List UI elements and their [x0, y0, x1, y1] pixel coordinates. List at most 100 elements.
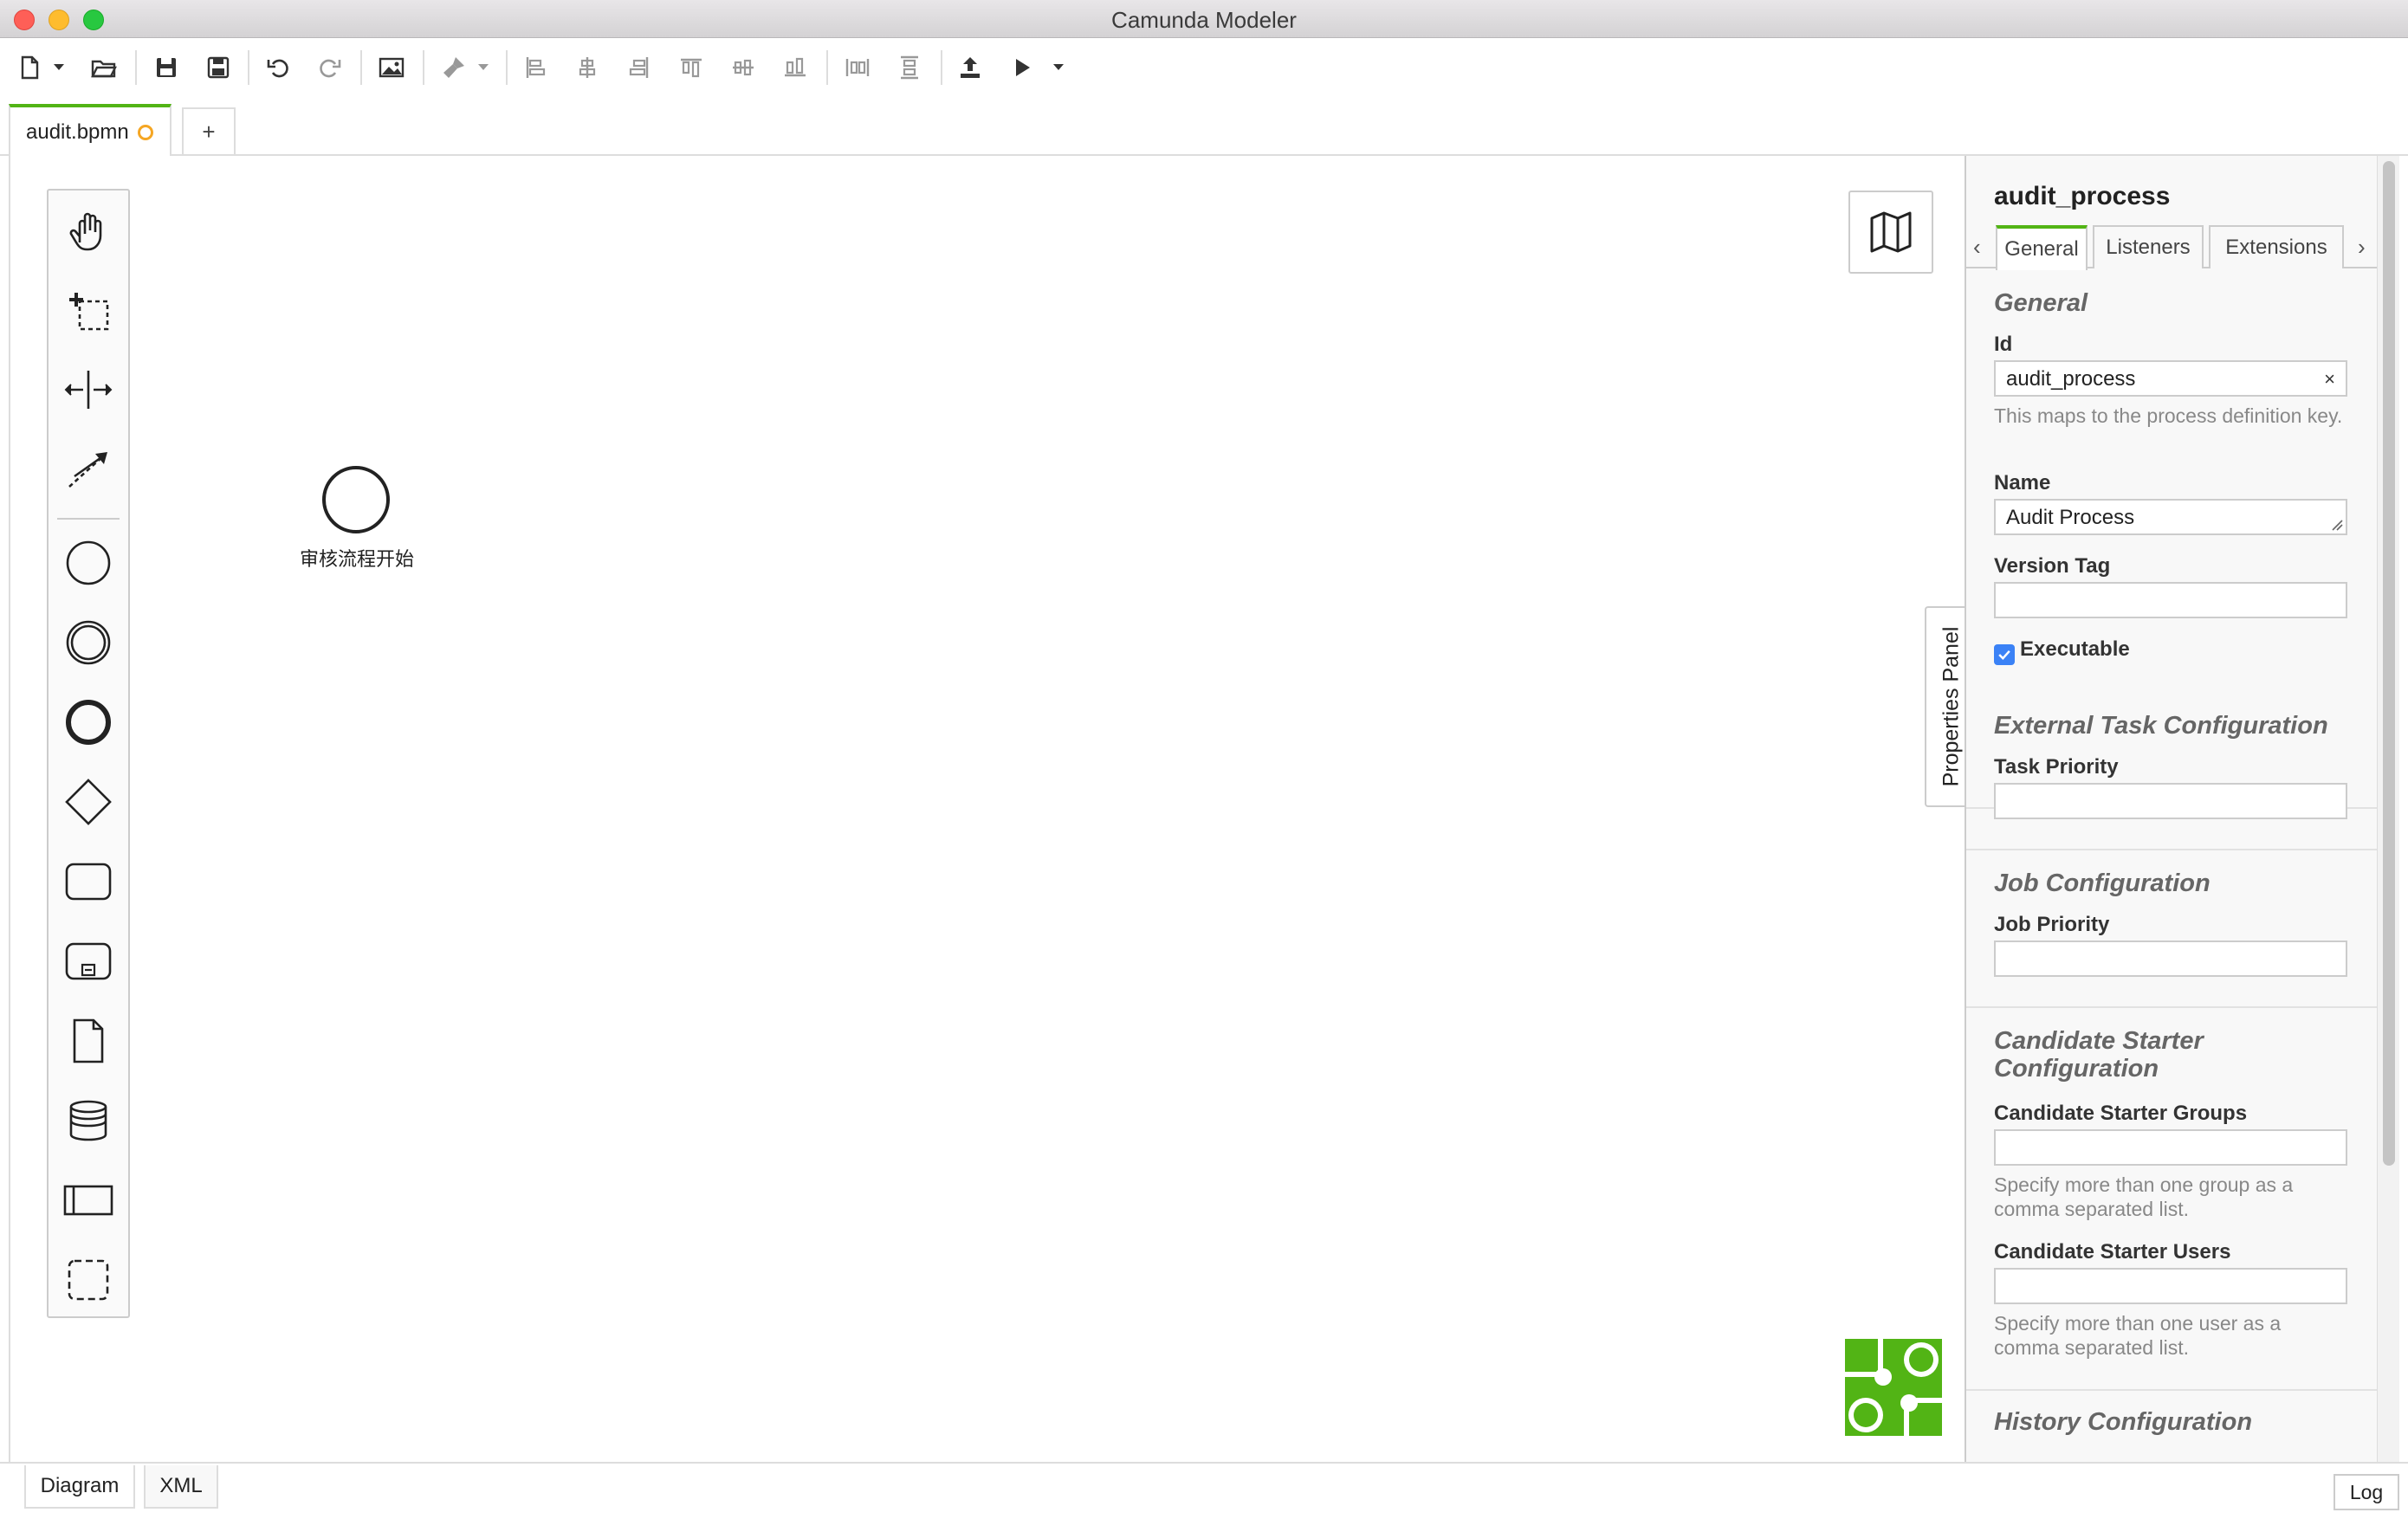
minimap-toggle-button[interactable]	[1848, 191, 1933, 274]
global-connect-tool-icon[interactable]	[61, 442, 116, 497]
tab-xml[interactable]: XML	[144, 1465, 218, 1509]
align-left-icon[interactable]	[518, 50, 553, 85]
panel-tabs: ‹ General Listeners Extensions ›	[1966, 225, 2377, 270]
executable-label: Executable	[2020, 637, 2130, 661]
task-tool-icon[interactable]	[61, 854, 116, 909]
log-button[interactable]: Log	[2334, 1474, 2399, 1510]
palette-separator	[57, 518, 120, 520]
color-picker-dropdown-icon[interactable]	[478, 64, 489, 70]
start-instance-dropdown-icon[interactable]	[1053, 64, 1064, 70]
new-file-icon[interactable]	[12, 50, 47, 85]
name-input[interactable]: Audit Process	[1994, 499, 2347, 535]
new-tab-button[interactable]: +	[182, 107, 236, 154]
general-group-title: General	[1994, 289, 2088, 317]
candidate-users-input[interactable]	[1994, 1268, 2347, 1304]
align-top-icon[interactable]	[674, 50, 709, 85]
executable-checkbox[interactable]	[1994, 644, 2015, 665]
job-group: Job Configuration Job Priority	[1966, 850, 2377, 1008]
window-title: Camunda Modeler	[1111, 7, 1297, 33]
align-bottom-icon[interactable]	[778, 50, 812, 85]
history-group: History Configuration	[1966, 1391, 2377, 1462]
resize-handle-icon[interactable]	[2331, 519, 2343, 531]
external-task-group-title: External Task Configuration	[1994, 712, 2328, 740]
tab-bar: audit.bpmn +	[0, 97, 2408, 158]
data-store-tool-icon[interactable]	[61, 1093, 116, 1148]
tab-diagram[interactable]: Diagram	[24, 1465, 135, 1509]
properties-panel: audit_process ‹ General Listeners Extens…	[1965, 156, 2377, 1462]
panel-tabs-prev-button[interactable]: ‹	[1973, 234, 1981, 261]
job-priority-label: Job Priority	[1994, 913, 2110, 936]
space-tool-icon[interactable]	[61, 362, 116, 417]
panel-tabs-next-button[interactable]: ›	[2358, 234, 2366, 261]
name-label: Name	[1994, 471, 2051, 494]
save-as-icon[interactable]	[201, 50, 236, 85]
job-priority-input[interactable]	[1994, 940, 2347, 977]
align-right-icon[interactable]	[622, 50, 657, 85]
group-tool-icon[interactable]	[61, 1252, 116, 1308]
lasso-tool-icon[interactable]	[61, 282, 116, 338]
history-group-title: History Configuration	[1994, 1408, 2253, 1436]
diagram-canvas[interactable]: 审核流程开始 Properties Panel	[9, 156, 1977, 1462]
title-bar: Camunda Modeler	[0, 0, 2408, 38]
tab-audit-bpmn[interactable]: audit.bpmn	[9, 104, 172, 158]
task-priority-label: Task Priority	[1994, 755, 2119, 779]
id-input[interactable]: audit_process ×	[1994, 360, 2347, 397]
start-event[interactable]	[322, 466, 390, 533]
toolbar-separator	[423, 50, 424, 85]
toolbar-separator	[826, 50, 828, 85]
redo-icon[interactable]	[312, 50, 346, 85]
toolbar-separator	[360, 50, 362, 85]
bottom-bar: Diagram XML Log	[0, 1462, 2408, 1519]
candidate-groups-hint: Specify more than one group as a comma s…	[1994, 1173, 2294, 1220]
pool-tool-icon[interactable]	[61, 1173, 116, 1228]
tab-listeners[interactable]: Listeners	[2093, 225, 2204, 268]
intermediate-event-tool-icon[interactable]	[61, 615, 116, 670]
name-input-value: Audit Process	[2006, 506, 2135, 529]
version-tag-input[interactable]	[1994, 582, 2347, 618]
task-priority-input[interactable]	[1994, 783, 2347, 819]
candidate-starter-group-title: Candidate Starter Configuration	[1994, 1027, 2204, 1083]
gateway-tool-icon[interactable]	[61, 774, 116, 830]
version-tag-label: Version Tag	[1994, 554, 2111, 578]
external-task-group: External Task Configuration Task Priorit…	[1966, 693, 2377, 850]
start-event-label[interactable]: 审核流程开始	[270, 544, 443, 572]
clear-id-button[interactable]: ×	[2324, 368, 2335, 391]
properties-panel-toggle-label: Properties Panel	[1939, 626, 1964, 787]
save-icon[interactable]	[149, 50, 184, 85]
panel-scrollbar-thumb[interactable]	[2383, 161, 2395, 1166]
checkmark-icon	[1998, 650, 2010, 660]
job-group-title: Job Configuration	[1994, 869, 2211, 897]
candidate-groups-input[interactable]	[1994, 1129, 2347, 1166]
start-instance-icon[interactable]	[1005, 50, 1039, 85]
distribute-horizontal-icon[interactable]	[840, 50, 875, 85]
panel-scrollbar[interactable]	[2377, 156, 2399, 1462]
new-file-dropdown-icon[interactable]	[54, 64, 64, 70]
color-picker-icon[interactable]	[437, 50, 471, 85]
distribute-vertical-icon[interactable]	[892, 50, 927, 85]
toolbar-separator	[248, 50, 249, 85]
end-event-tool-icon[interactable]	[61, 695, 116, 750]
id-hint: This maps to the process definition key.	[1994, 404, 2343, 427]
start-event-tool-icon[interactable]	[61, 535, 116, 591]
candidate-starter-group: Candidate Starter Configuration Candidat…	[1966, 1008, 2377, 1391]
align-center-icon[interactable]	[570, 50, 605, 85]
export-image-icon[interactable]	[374, 50, 409, 85]
bpmn-io-logo-icon[interactable]	[1845, 1339, 1942, 1436]
align-middle-icon[interactable]	[726, 50, 761, 85]
hand-tool-icon[interactable]	[61, 203, 116, 258]
unsaved-indicator-icon	[137, 125, 153, 140]
toolbar-separator	[506, 50, 508, 85]
candidate-groups-label: Candidate Starter Groups	[1994, 1102, 2248, 1125]
toolbar-separator	[941, 50, 942, 85]
id-input-value: audit_process	[2006, 367, 2136, 391]
tab-extensions[interactable]: Extensions	[2209, 225, 2344, 268]
subprocess-tool-icon[interactable]	[61, 934, 116, 989]
undo-icon[interactable]	[262, 50, 296, 85]
toolbar-separator	[135, 50, 137, 85]
data-object-tool-icon[interactable]	[61, 1013, 116, 1069]
deploy-icon[interactable]	[953, 50, 987, 85]
panel-title: audit_process	[1994, 182, 2171, 210]
open-icon[interactable]	[87, 50, 121, 85]
tab-general[interactable]: General	[1996, 225, 2088, 270]
id-label: Id	[1994, 333, 2013, 356]
